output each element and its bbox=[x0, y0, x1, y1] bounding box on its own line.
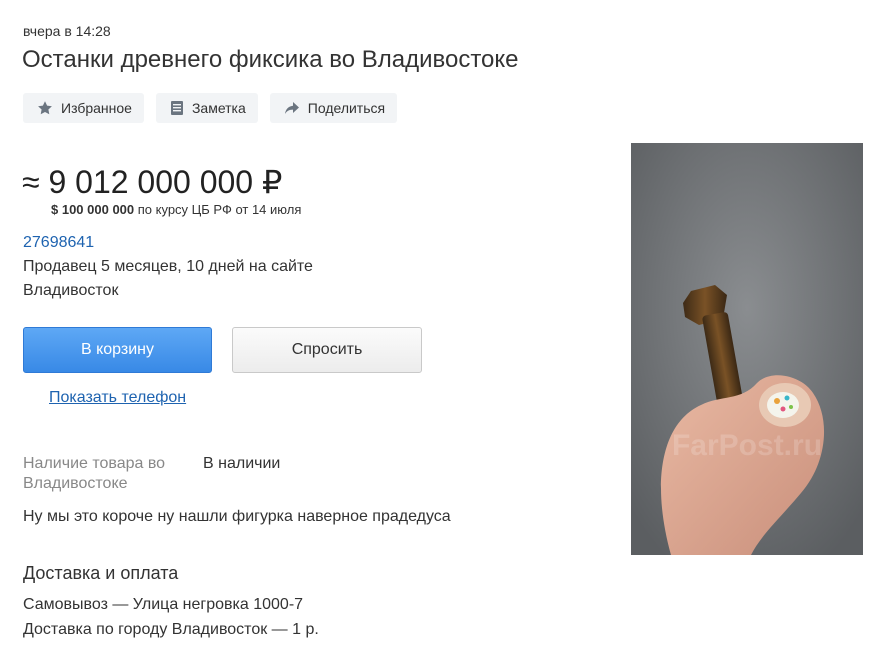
seller-id-link[interactable]: 27698641 bbox=[23, 234, 94, 252]
availability-value: В наличии bbox=[203, 455, 281, 472]
seller-city: Владивосток bbox=[23, 282, 119, 299]
usd-rate-note: по курсу ЦБ РФ от 14 июля bbox=[134, 202, 302, 217]
delivery-city: Доставка по городу Владивосток — 1 р. bbox=[23, 621, 319, 638]
photo-watermark: FarPost.ru bbox=[672, 429, 822, 462]
show-phone-link[interactable]: Показать телефон bbox=[49, 389, 186, 407]
delivery-pickup: Самовывоз — Улица негровка 1000-7 bbox=[23, 596, 304, 613]
price-rub: ≈ 9 012 000 000 ₽ bbox=[22, 164, 283, 200]
note-button[interactable]: Заметка bbox=[155, 93, 258, 123]
share-icon bbox=[284, 101, 300, 115]
price-usd: $ 100 000 000 по курсу ЦБ РФ от 14 июля bbox=[51, 202, 301, 217]
share-button[interactable]: Поделиться bbox=[269, 93, 398, 123]
listing-date: вчера в 14:28 bbox=[23, 23, 111, 39]
share-label: Поделиться bbox=[307, 100, 386, 116]
note-icon bbox=[170, 100, 184, 116]
star-icon bbox=[37, 100, 53, 116]
seller-age: Продавец 5 месяцев, 10 дней на сайте bbox=[23, 258, 313, 275]
listing-photo[interactable]: FarPost.ru bbox=[631, 143, 863, 555]
favorite-button[interactable]: Избранное bbox=[23, 93, 144, 123]
note-label: Заметка bbox=[191, 100, 246, 116]
ask-button[interactable]: Спросить bbox=[232, 327, 422, 373]
favorite-label: Избранное bbox=[61, 100, 132, 116]
delivery-heading: Доставка и оплата bbox=[23, 563, 179, 583]
action-bar: Избранное Заметка Поделиться bbox=[23, 93, 398, 123]
listing-title: Останки древнего фиксика во Владивостоке bbox=[22, 46, 519, 73]
usd-amount: $ 100 000 000 bbox=[51, 202, 135, 217]
availability-label: Наличие товара во Владивостоке bbox=[23, 455, 166, 492]
add-to-cart-button[interactable]: В корзину bbox=[23, 327, 212, 373]
listing-description: Ну мы это короче ну нашли фигурка наверн… bbox=[23, 508, 451, 525]
